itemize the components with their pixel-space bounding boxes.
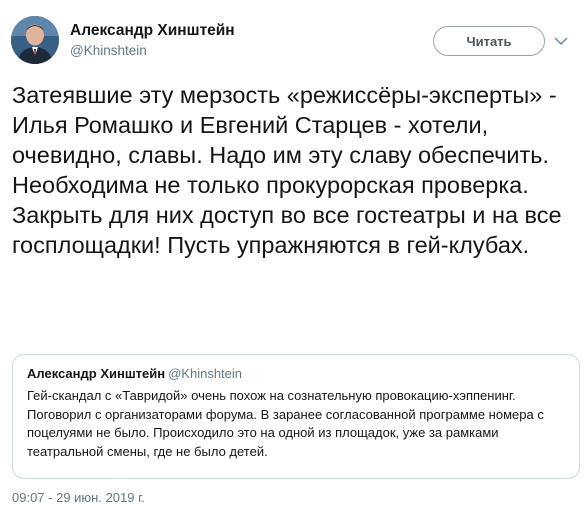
quoted-tweet-text: Гей-скандал с «Тавридой» очень похож на … — [27, 388, 544, 459]
quoted-tweet[interactable]: Александр Хинштейн @Khinshtein Гей-сканда… — [12, 354, 580, 479]
quoted-tweet-header: Александр Хинштейн @Khinshtein — [27, 366, 565, 382]
tweet-card: Александр Хинштейн @Khinshtein Читать За… — [0, 0, 585, 514]
avatar[interactable] — [11, 16, 59, 64]
tweet-timestamp[interactable]: 09:07 - 29 июн. 2019 г. — [12, 490, 145, 506]
quoted-author-handle: @Khinshtein — [168, 366, 243, 381]
author-name[interactable]: Александр Хинштейн — [70, 22, 235, 40]
chevron-down-icon[interactable] — [550, 30, 572, 52]
tweet-text: Затеявшие эту мерзость «режиссёры-экспер… — [12, 82, 562, 258]
quoted-author-name: Александр Хинштейн — [27, 366, 166, 381]
author-block: Александр Хинштейн @Khinshtein — [70, 22, 235, 60]
author-handle[interactable]: @Khinshtein — [70, 42, 235, 60]
follow-button[interactable]: Читать — [433, 26, 545, 56]
